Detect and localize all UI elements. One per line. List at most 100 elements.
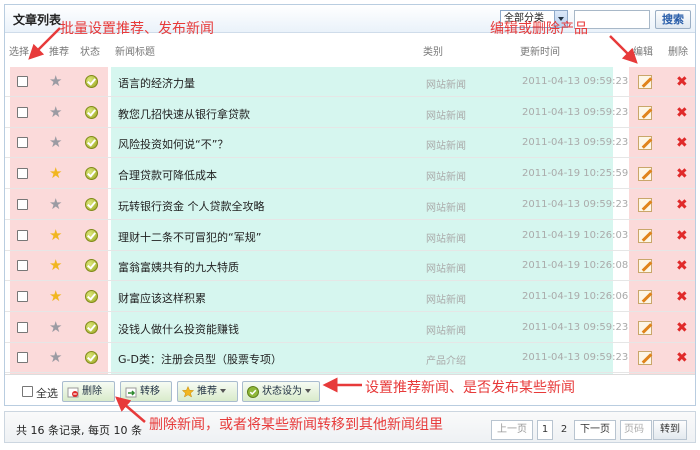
col-select: 选择 bbox=[9, 47, 29, 58]
table-row: ★ G-D类：注册会员型（股票专项） 产品介绍 2011-04-13 09:59:23… bbox=[5, 343, 695, 374]
delete-icon[interactable]: ✖ bbox=[676, 290, 688, 304]
batch-toolbar: 全选 删除 转移 推荐 状态设为 bbox=[5, 374, 695, 406]
published-status-icon[interactable] bbox=[85, 289, 98, 303]
star-icon[interactable]: ★ bbox=[49, 319, 62, 335]
row-title[interactable]: 理财十二条不可冒犯的“军规” bbox=[118, 229, 261, 245]
delete-icon[interactable]: ✖ bbox=[676, 259, 688, 273]
row-updated-time: 2011-04-13 09:59:23 bbox=[522, 137, 629, 149]
row-checkbox[interactable] bbox=[17, 168, 28, 180]
row-title[interactable]: 玩转银行资金 个人贷款全攻略 bbox=[118, 198, 265, 214]
delete-icon[interactable]: ✖ bbox=[676, 229, 688, 243]
move-button-label: 转移 bbox=[140, 386, 160, 397]
row-category: 网站新闻 bbox=[426, 141, 466, 153]
row-checkbox[interactable] bbox=[17, 137, 28, 149]
row-checkbox[interactable] bbox=[17, 198, 28, 210]
table-row: ★ 教您几招快速从银行拿贷款 网站新闻 2011-04-13 09:59:23 ✖ bbox=[5, 98, 695, 128]
row-category: 网站新闻 bbox=[426, 325, 466, 337]
delete-icon[interactable]: ✖ bbox=[676, 136, 688, 150]
star-icon[interactable]: ★ bbox=[49, 135, 62, 150]
published-status-icon[interactable] bbox=[85, 259, 98, 273]
delete-icon[interactable]: ✖ bbox=[676, 75, 688, 89]
next-page-button[interactable]: 下一页 bbox=[574, 420, 616, 440]
status-dropdown-label: 状态设为 bbox=[262, 386, 302, 397]
star-filled-icon[interactable]: ★ bbox=[49, 288, 62, 304]
star-filled-icon[interactable]: ★ bbox=[49, 227, 62, 243]
table-row: ★ 合理贷款可降低成本 网站新闻 2011-04-19 10:25:59 ✖ bbox=[5, 159, 695, 190]
row-category: 网站新闻 bbox=[426, 233, 466, 245]
row-title[interactable]: 语言的经济力量 bbox=[118, 75, 195, 91]
table-row: ★ 没钱人做什么投资能赚钱 网站新闻 2011-04-13 09:59:23 ✖ bbox=[5, 313, 695, 343]
star-icon[interactable]: ★ bbox=[49, 104, 62, 120]
recommend-dropdown-label: 推荐 bbox=[197, 386, 217, 397]
edit-icon[interactable] bbox=[638, 75, 652, 89]
delete-icon[interactable]: ✖ bbox=[676, 198, 688, 212]
delete-button[interactable]: 删除 bbox=[62, 381, 115, 402]
star-filled-icon[interactable]: ★ bbox=[49, 258, 62, 273]
edit-icon[interactable] bbox=[638, 320, 652, 335]
published-status-icon[interactable] bbox=[85, 228, 98, 242]
move-icon bbox=[125, 387, 137, 398]
table-row: ★ 玩转银行资金 个人贷款全攻略 网站新闻 2011-04-13 09:59:23 ✖ bbox=[5, 190, 695, 220]
row-checkbox[interactable] bbox=[17, 106, 28, 118]
row-checkbox[interactable] bbox=[17, 290, 28, 302]
row-checkbox[interactable] bbox=[17, 321, 28, 333]
edit-icon[interactable] bbox=[638, 197, 652, 212]
star-icon[interactable]: ★ bbox=[49, 350, 62, 365]
published-status-icon[interactable] bbox=[85, 136, 98, 150]
col-status: 状态 bbox=[80, 47, 100, 58]
edit-icon[interactable] bbox=[638, 259, 652, 274]
row-title[interactable]: 财富应该这样积累 bbox=[118, 290, 206, 306]
star-icon[interactable]: ★ bbox=[49, 196, 62, 212]
row-checkbox[interactable] bbox=[17, 260, 28, 272]
row-updated-time: 2011-04-13 09:59:23 bbox=[522, 76, 629, 87]
delete-icon[interactable]: ✖ bbox=[676, 106, 688, 120]
edit-icon[interactable] bbox=[638, 136, 652, 151]
row-checkbox[interactable] bbox=[17, 352, 28, 364]
row-title[interactable]: 合理贷款可降低成本 bbox=[118, 167, 217, 183]
article-list-panel: 文章列表 全部分类 搜索 选择 推荐 状态 新闻标题 类别 更新时间 编辑 删除… bbox=[4, 4, 696, 406]
published-status-icon[interactable] bbox=[85, 167, 98, 181]
row-title[interactable]: 风险投资如何说“不”？ bbox=[118, 136, 228, 152]
published-status-icon[interactable] bbox=[85, 105, 98, 119]
edit-icon[interactable] bbox=[638, 351, 652, 366]
prev-page-button[interactable]: 上一页 bbox=[491, 420, 533, 440]
row-title[interactable]: 没钱人做什么投资能赚钱 bbox=[118, 321, 239, 337]
status-dropdown[interactable]: 状态设为 bbox=[242, 381, 320, 402]
row-category: 产品介绍 bbox=[426, 356, 466, 368]
search-button[interactable]: 搜索 bbox=[655, 10, 691, 29]
edit-icon[interactable] bbox=[638, 228, 652, 243]
star-filled-icon[interactable]: ★ bbox=[49, 166, 62, 181]
row-checkbox[interactable] bbox=[17, 229, 28, 241]
row-title[interactable]: 教您几招快速从银行拿贷款 bbox=[118, 106, 250, 122]
record-summary: 共 16 条记录, 每页 10 条 bbox=[16, 424, 142, 437]
move-button[interactable]: 转移 bbox=[120, 381, 172, 402]
page-1-button[interactable]: 1 bbox=[537, 420, 553, 440]
row-updated-time: 2011-04-13 09:59:23 bbox=[522, 106, 629, 118]
row-category: 网站新闻 bbox=[426, 110, 466, 122]
edit-icon[interactable] bbox=[638, 105, 652, 120]
edit-icon[interactable] bbox=[638, 167, 652, 182]
goto-button[interactable]: 转到 bbox=[653, 420, 687, 440]
delete-icon[interactable]: ✖ bbox=[676, 167, 688, 181]
table-row: ★ 财富应该这样积累 网站新闻 2011-04-19 10:26:06 ✖ bbox=[5, 282, 695, 312]
recommend-dropdown[interactable]: 推荐 bbox=[177, 381, 238, 402]
published-status-icon[interactable] bbox=[85, 351, 98, 365]
row-title[interactable]: G-D类：注册会员型（股票专项） bbox=[118, 351, 282, 367]
published-status-icon[interactable] bbox=[85, 197, 98, 211]
row-checkbox[interactable] bbox=[17, 76, 28, 87]
star-icon bbox=[182, 386, 194, 398]
published-status-icon[interactable] bbox=[85, 320, 98, 334]
col-updated: 更新时间 bbox=[520, 47, 560, 58]
row-updated-time: 2011-04-19 10:26:03 bbox=[522, 229, 629, 241]
published-status-icon[interactable] bbox=[85, 75, 98, 88]
select-all-checkbox[interactable] bbox=[22, 386, 33, 397]
star-icon[interactable]: ★ bbox=[49, 74, 62, 89]
page-2-current: 2 bbox=[560, 424, 568, 435]
annotation-move-delete: 删除新闻，或者将某些新闻转移到其他新闻组里 bbox=[149, 417, 443, 433]
edit-icon[interactable] bbox=[638, 289, 652, 304]
delete-icon[interactable]: ✖ bbox=[676, 321, 688, 335]
delete-icon[interactable]: ✖ bbox=[676, 351, 688, 365]
row-title[interactable]: 富翁富姨共有的九大特质 bbox=[118, 259, 239, 275]
page-number-input[interactable]: 页码 bbox=[620, 420, 652, 440]
annotation-batch: 批量设置推荐、发布新闻 bbox=[60, 21, 214, 37]
